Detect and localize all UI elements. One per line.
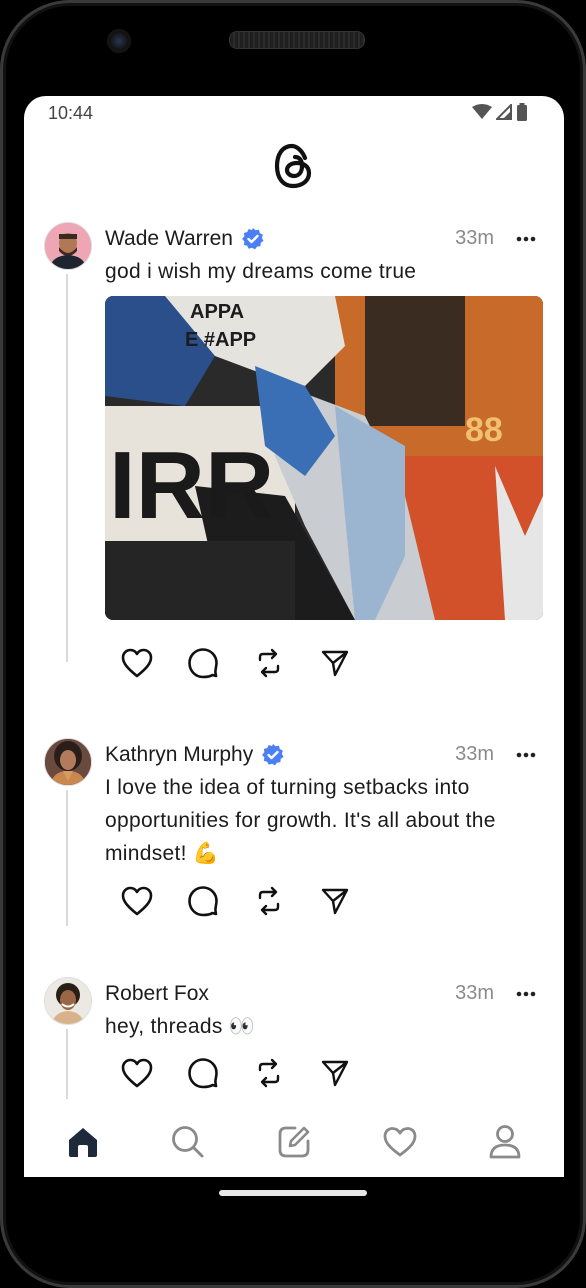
username[interactable]: Kathryn Murphy bbox=[105, 743, 253, 767]
thread-line bbox=[66, 1029, 68, 1099]
status-bar: 10:44 bbox=[24, 96, 564, 132]
share-icon[interactable] bbox=[318, 1056, 352, 1090]
comment-icon[interactable] bbox=[186, 1056, 220, 1090]
status-time: 10:44 bbox=[48, 103, 94, 123]
earpiece-speaker bbox=[229, 31, 365, 49]
username[interactable]: Wade Warren bbox=[105, 227, 233, 251]
verified-badge-icon bbox=[262, 744, 284, 766]
more-options-icon[interactable] bbox=[516, 752, 536, 758]
repost-icon[interactable] bbox=[252, 1056, 286, 1090]
post-actions bbox=[120, 1056, 384, 1090]
nav-activity[interactable] bbox=[378, 1120, 422, 1164]
post-actions bbox=[120, 646, 384, 680]
repost-icon[interactable] bbox=[252, 884, 286, 918]
svg-text:APPA: APPA bbox=[190, 301, 244, 323]
cellular-signal-icon bbox=[496, 104, 512, 120]
nav-home[interactable] bbox=[61, 1120, 105, 1164]
nav-profile[interactable] bbox=[483, 1120, 527, 1164]
status-icons bbox=[472, 103, 528, 121]
post-image[interactable]: APPA E #APP IRR 88 bbox=[105, 296, 543, 620]
thread-line bbox=[66, 274, 68, 662]
post-author[interactable]: Kathryn Murphy bbox=[105, 743, 285, 767]
profile-icon bbox=[489, 1124, 521, 1158]
front-camera bbox=[107, 29, 131, 53]
share-icon[interactable] bbox=[318, 646, 352, 680]
compose-icon bbox=[278, 1126, 310, 1157]
nav-compose[interactable] bbox=[272, 1120, 316, 1164]
verified-badge-icon bbox=[242, 228, 264, 250]
post-text: god i wish my dreams come true bbox=[105, 260, 417, 283]
svg-text:E #APP: E #APP bbox=[185, 329, 256, 351]
post-author[interactable]: Wade Warren bbox=[105, 227, 265, 251]
post-text: hey, threads 👀 bbox=[105, 1015, 256, 1038]
avatar[interactable] bbox=[44, 738, 92, 786]
search-icon bbox=[172, 1125, 204, 1157]
wifi-icon bbox=[472, 104, 492, 119]
bottom-navigation bbox=[24, 1106, 564, 1177]
thread-line bbox=[66, 790, 68, 926]
heart-icon bbox=[383, 1126, 416, 1156]
comment-icon[interactable] bbox=[186, 884, 220, 918]
share-icon[interactable] bbox=[318, 884, 352, 918]
post-timestamp: 33m bbox=[455, 982, 494, 1004]
avatar[interactable] bbox=[44, 977, 92, 1025]
threads-logo-icon[interactable] bbox=[272, 142, 316, 190]
like-icon[interactable] bbox=[120, 884, 154, 918]
repost-icon[interactable] bbox=[252, 646, 286, 680]
post-actions bbox=[120, 884, 384, 918]
svg-text:IRR: IRR bbox=[109, 432, 274, 539]
phone-frame: 10:44 Wade Warren 33m god i wish my drea… bbox=[0, 0, 586, 1288]
like-icon[interactable] bbox=[120, 1056, 154, 1090]
avatar[interactable] bbox=[44, 222, 92, 270]
app-screen: 10:44 Wade Warren 33m god i wish my drea… bbox=[24, 96, 564, 1177]
post-author[interactable]: Robert Fox bbox=[105, 982, 209, 1006]
like-icon[interactable] bbox=[120, 646, 154, 680]
home-icon bbox=[68, 1127, 97, 1157]
more-options-icon[interactable] bbox=[516, 991, 536, 997]
post-text: I love the idea of turning setbacks into… bbox=[105, 776, 496, 865]
svg-text:88: 88 bbox=[465, 411, 503, 449]
post-timestamp: 33m bbox=[455, 227, 494, 249]
username[interactable]: Robert Fox bbox=[105, 982, 209, 1006]
nav-search[interactable] bbox=[166, 1120, 210, 1164]
post-timestamp: 33m bbox=[455, 743, 494, 765]
home-indicator[interactable] bbox=[219, 1190, 367, 1196]
comment-icon[interactable] bbox=[186, 646, 220, 680]
battery-icon bbox=[517, 103, 527, 121]
more-options-icon[interactable] bbox=[516, 236, 536, 242]
